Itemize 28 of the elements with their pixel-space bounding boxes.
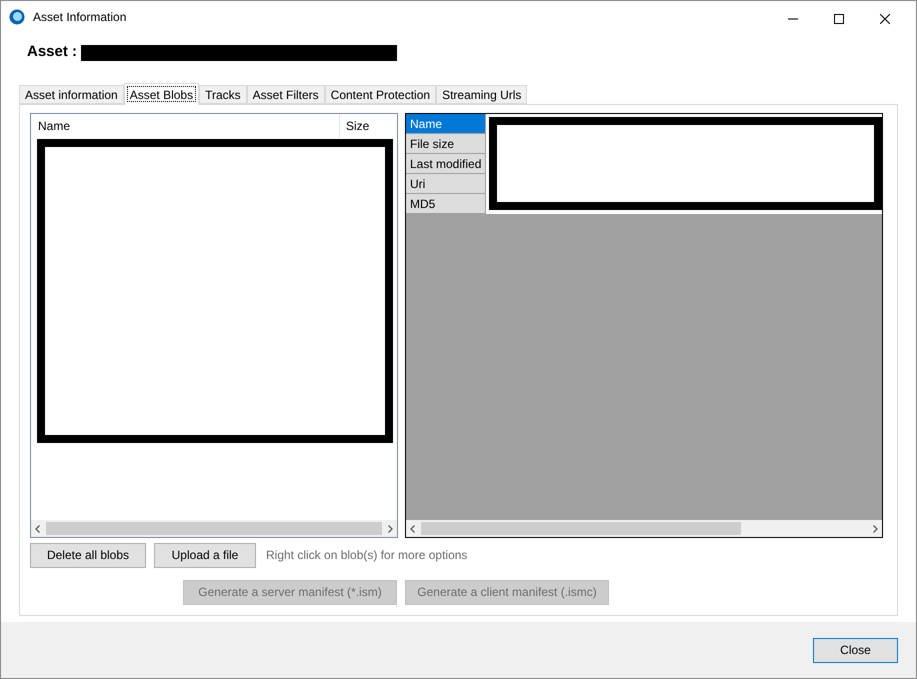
property-label[interactable]: Name — [406, 114, 486, 134]
horizontal-scrollbar[interactable] — [406, 520, 882, 538]
horizontal-scrollbar[interactable] — [31, 520, 397, 538]
tab[interactable]: Asset Filters — [246, 85, 325, 104]
column-header[interactable]: Size — [340, 117, 370, 136]
property-label[interactable]: File size — [406, 134, 486, 154]
action-button[interactable]: Delete all blobs — [30, 542, 146, 568]
scroll-left-icon[interactable] — [410, 524, 415, 533]
tab[interactable]: Streaming Urls — [436, 85, 528, 104]
tab[interactable]: Content Protection — [324, 85, 436, 104]
property-label[interactable]: Uri — [406, 174, 486, 194]
close-icon[interactable] — [880, 14, 890, 24]
tab[interactable]: Tracks — [199, 85, 247, 104]
column-header[interactable]: Name — [31, 114, 340, 138]
scroll-right-icon[interactable] — [388, 524, 393, 533]
hint-text: Right click on blob(s) for more options — [266, 547, 468, 564]
tab[interactable]: Asset Blobs — [124, 83, 200, 106]
action-button[interactable]: Upload a file — [154, 542, 256, 568]
asset-label: Asset : — [27, 42, 78, 62]
close-button[interactable]: Close — [813, 638, 898, 663]
app-icon — [9, 8, 25, 24]
scroll-right-icon[interactable] — [873, 524, 878, 533]
property-label[interactable]: MD5 — [406, 194, 486, 214]
property-label[interactable]: Last modified — [406, 154, 486, 174]
tab[interactable]: Asset information — [19, 85, 124, 104]
window-title: Asset Information — [33, 8, 126, 26]
scroll-left-icon[interactable] — [35, 524, 40, 533]
maximize-icon[interactable] — [834, 14, 844, 24]
